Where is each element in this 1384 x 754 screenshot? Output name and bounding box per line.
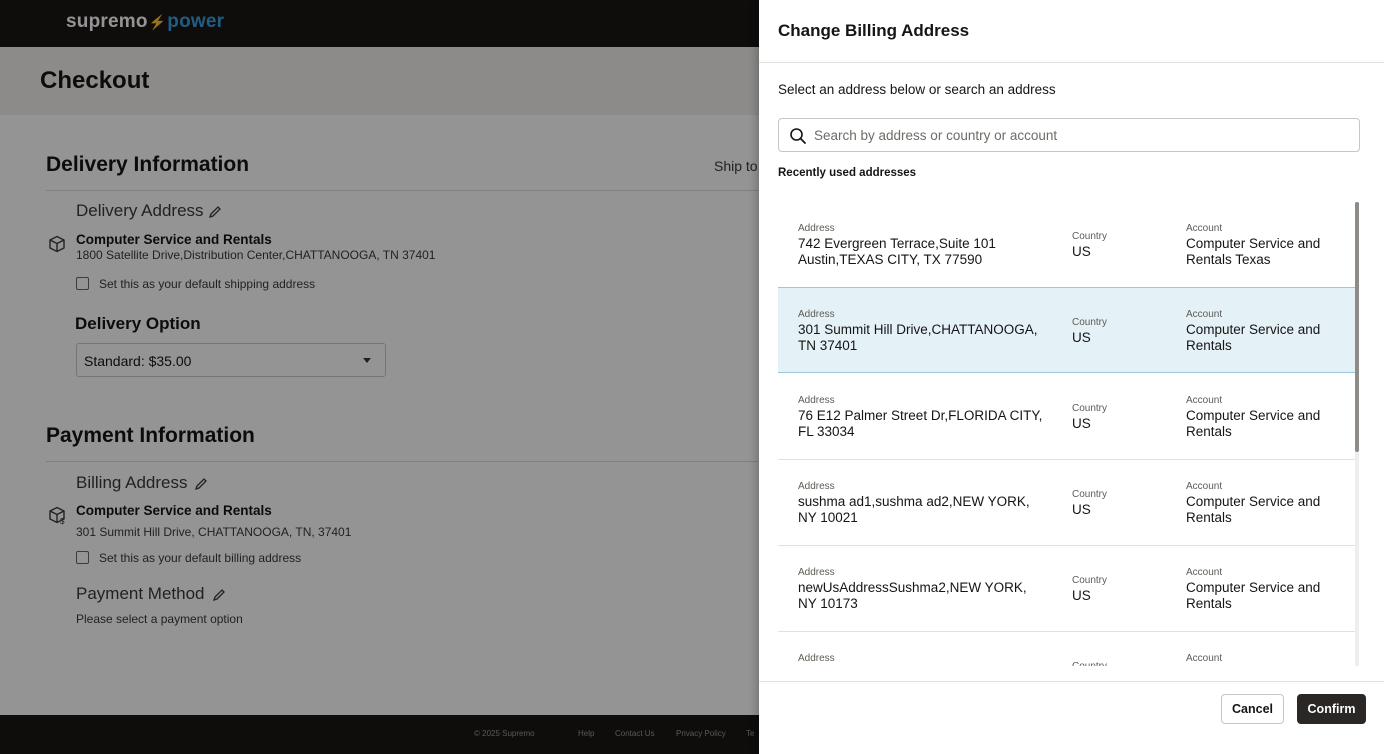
country-value: US: [1072, 588, 1091, 603]
address-col-label: Address: [798, 653, 835, 664]
address-col-label: Address: [798, 223, 835, 234]
drawer-subtitle: Select an address below or search an add…: [778, 82, 1056, 97]
country-col-label: Country: [1072, 231, 1108, 242]
address-col-label: Address: [798, 567, 835, 578]
country-col-label: Country: [1072, 317, 1108, 328]
address-value: 76 E12 Palmer Street Dr,FLORIDA CITY, FL…: [798, 408, 1043, 439]
address-value: 301 Summit Hill Drive,CHATTANOOGA, TN 37…: [798, 322, 1038, 353]
confirm-button[interactable]: Confirm: [1297, 694, 1366, 724]
account-col-label: Account: [1186, 653, 1223, 664]
change-billing-address-drawer: Change Billing Address Select an address…: [759, 0, 1384, 754]
country-col-label: Country: [1072, 575, 1108, 586]
account-col-label: Account: [1186, 309, 1223, 320]
address-col-label: Address: [798, 395, 835, 406]
search-icon: [790, 128, 806, 144]
account-value: Computer Service and Rentals: [1186, 322, 1321, 353]
address-row[interactable]: Address Country Account: [778, 632, 1356, 666]
address-value: 742 Evergreen Terrace,Suite 101 Austin,T…: [798, 236, 996, 267]
scrollbar-thumb[interactable]: [1355, 202, 1359, 452]
cancel-button[interactable]: Cancel: [1221, 694, 1284, 724]
country-value: US: [1072, 416, 1091, 431]
address-col-label: Address: [798, 309, 835, 320]
country-value: US: [1072, 502, 1091, 517]
account-value: Computer Service and Rentals: [1186, 408, 1321, 439]
country-value: US: [1072, 244, 1091, 259]
address-search-input[interactable]: [814, 120, 1354, 150]
address-row[interactable]: Address sushma ad1,sushma ad2,NEW YORK, …: [778, 460, 1356, 546]
address-value: sushma ad1,sushma ad2,NEW YORK, NY 10021: [798, 494, 1030, 525]
account-value: Computer Service and Rentals Texas: [1186, 236, 1321, 267]
drawer-title: Change Billing Address: [778, 21, 970, 40]
country-col-label: Country: [1072, 661, 1107, 666]
divider: [759, 681, 1384, 682]
address-row[interactable]: Address newUsAddressSushma2,NEW YORK, NY…: [778, 546, 1356, 632]
account-col-label: Account: [1186, 567, 1223, 578]
country-col-label: Country: [1072, 489, 1108, 500]
address-col-label: Address: [798, 481, 835, 492]
country-value: US: [1072, 330, 1091, 345]
account-value: Computer Service and Rentals: [1186, 494, 1321, 525]
account-value: Computer Service and Rentals: [1186, 580, 1321, 611]
address-row[interactable]: Address 742 Evergreen Terrace,Suite 101 …: [778, 202, 1356, 288]
address-row-selected[interactable]: Address 301 Summit Hill Drive,CHATTANOOG…: [778, 287, 1356, 373]
address-list: Address 742 Evergreen Terrace,Suite 101 …: [778, 202, 1356, 666]
address-row[interactable]: Address 76 E12 Palmer Street Dr,FLORIDA …: [778, 374, 1356, 460]
country-col-label: Country: [1072, 403, 1108, 414]
address-search-box[interactable]: [778, 118, 1360, 152]
account-col-label: Account: [1186, 481, 1223, 492]
account-col-label: Account: [1186, 395, 1223, 406]
account-col-label: Account: [1186, 223, 1223, 234]
recent-addresses-label: Recently used addresses: [778, 167, 917, 179]
address-value: newUsAddressSushma2,NEW YORK, NY 10173: [798, 580, 1027, 611]
divider: [759, 62, 1384, 63]
